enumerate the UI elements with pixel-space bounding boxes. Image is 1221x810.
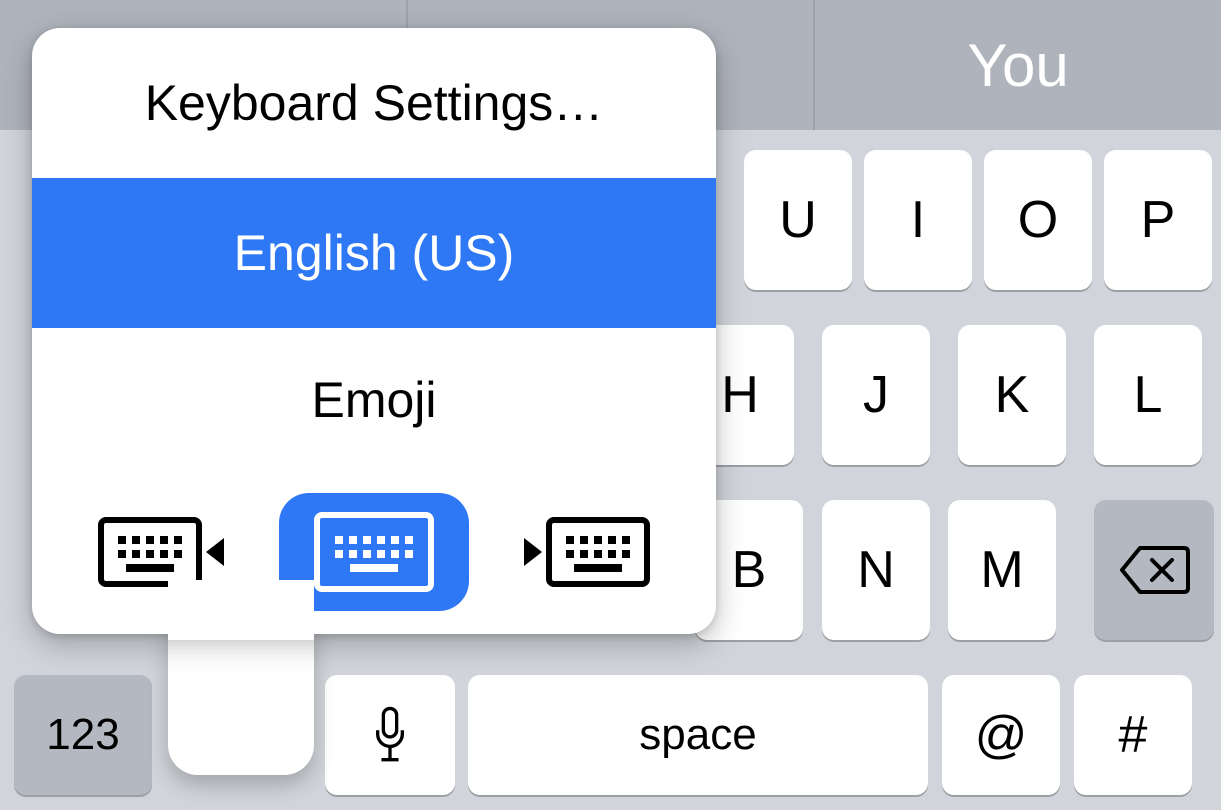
key-label: H: [721, 365, 759, 425]
key-u[interactable]: U: [744, 150, 852, 290]
key-o[interactable]: O: [984, 150, 1092, 290]
popover-tail: [168, 620, 314, 775]
numbers-key[interactable]: 123: [14, 675, 152, 795]
key-n[interactable]: N: [822, 500, 930, 640]
key-p[interactable]: P: [1104, 150, 1212, 290]
popover-tail-mask: [168, 580, 314, 640]
key-label: 123: [46, 710, 119, 760]
delete-key[interactable]: [1094, 500, 1214, 640]
keyboard-dock-left-icon: [98, 517, 224, 587]
keyboard-dock-right[interactable]: [527, 512, 647, 592]
keyboard-dock-right-icon: [524, 517, 650, 587]
menu-item-label: Keyboard Settings…: [145, 74, 604, 132]
keyboard-dock-row: [32, 472, 716, 632]
mic-icon: [371, 705, 409, 765]
hash-key[interactable]: #: [1074, 675, 1192, 795]
key-label: I: [911, 190, 925, 250]
key-label: O: [1018, 190, 1058, 250]
menu-item-label: Emoji: [311, 371, 436, 429]
backspace-icon: [1118, 544, 1190, 596]
key-i[interactable]: I: [864, 150, 972, 290]
key-j[interactable]: J: [822, 325, 930, 465]
key-label: #: [1119, 705, 1148, 765]
language-item-english-us[interactable]: English (US): [32, 178, 716, 328]
key-l[interactable]: L: [1094, 325, 1202, 465]
key-m[interactable]: M: [948, 500, 1056, 640]
key-label: B: [732, 540, 767, 600]
key-label: J: [863, 365, 889, 425]
key-label: N: [857, 540, 895, 600]
key-k[interactable]: K: [958, 325, 1066, 465]
key-label: U: [779, 190, 817, 250]
key-label: K: [995, 365, 1030, 425]
key-label: @: [975, 705, 1028, 765]
keyboard-dock-center-icon: [314, 512, 434, 592]
menu-item-label: English (US): [234, 224, 515, 282]
key-label: P: [1141, 190, 1176, 250]
keyboard-switcher-popover: Keyboard Settings… English (US) Emoji: [32, 28, 716, 634]
key-label: L: [1134, 365, 1163, 425]
language-item-emoji[interactable]: Emoji: [32, 328, 716, 472]
key-label: space: [639, 710, 756, 760]
keyboard-settings-item[interactable]: Keyboard Settings…: [32, 28, 716, 178]
prediction-right[interactable]: You: [815, 0, 1221, 130]
dictation-key[interactable]: [325, 675, 455, 795]
space-key[interactable]: space: [468, 675, 928, 795]
at-key[interactable]: @: [942, 675, 1060, 795]
key-label: M: [980, 540, 1023, 600]
